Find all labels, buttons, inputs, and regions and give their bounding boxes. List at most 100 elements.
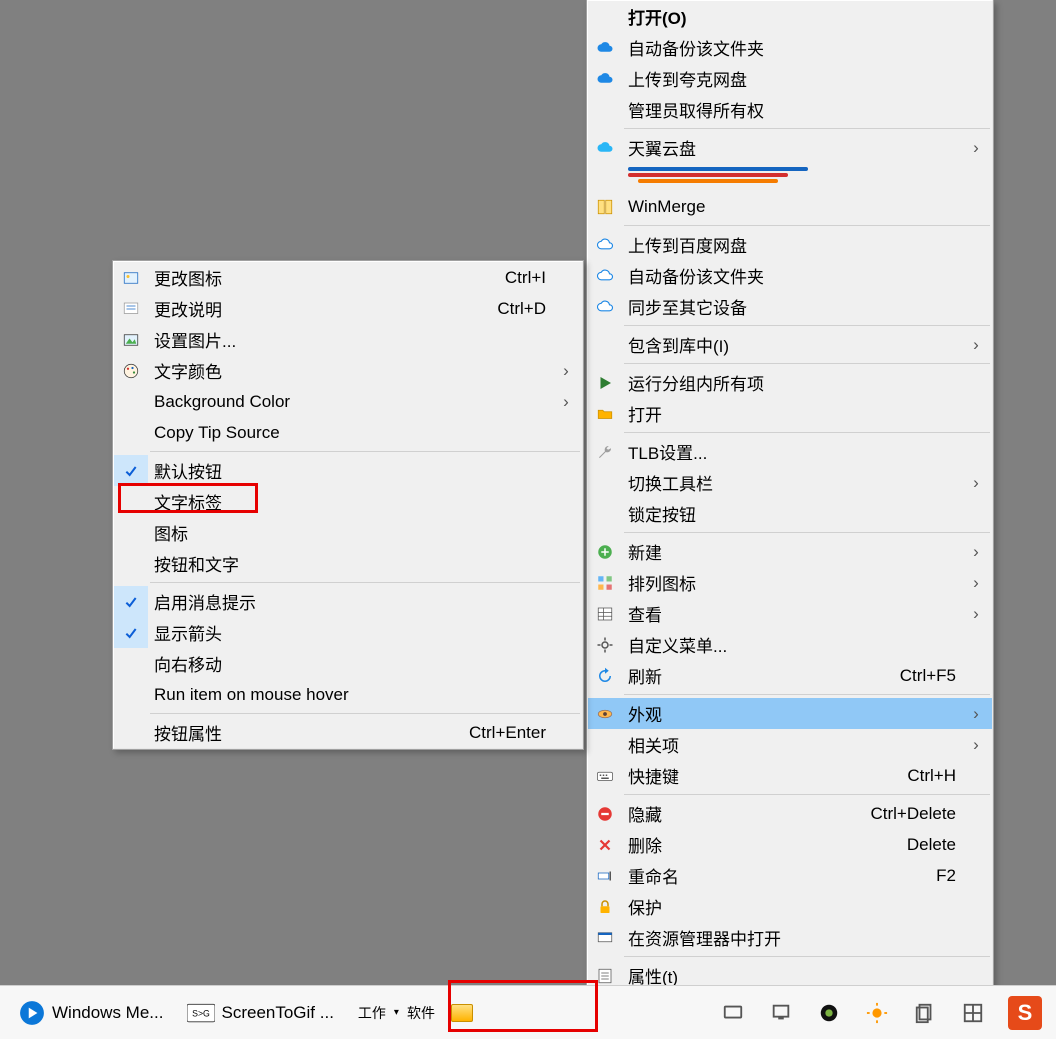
menu-item-label: 上传到百度网盘: [622, 232, 966, 257]
menu-item[interactable]: 运行分组内所有项: [588, 367, 992, 398]
wrench-icon: [588, 442, 622, 462]
menu-item-label: 重命名: [622, 863, 936, 888]
menu-item[interactable]: 新建›: [588, 536, 992, 567]
menu-item[interactable]: 文字标签: [114, 486, 582, 517]
context-submenu-appearance-inner: 更改图标Ctrl+I更改说明Ctrl+D设置图片...文字颜色›Backgrou…: [113, 261, 583, 749]
grid-icon: [588, 604, 622, 624]
menu-item[interactable]: 刷新Ctrl+F5: [588, 660, 992, 691]
menu-item-label: 天翼云盘: [622, 135, 966, 160]
tray-icon-1[interactable]: [720, 1000, 746, 1026]
taskbar-item-label: Windows Me...: [52, 1003, 163, 1023]
menu-item-label: 刷新: [622, 663, 900, 688]
menu-item-label: Background Color: [148, 392, 556, 412]
menu-item[interactable]: 图标: [114, 517, 582, 548]
menu-item[interactable]: 外观›: [588, 698, 992, 729]
menu-item[interactable]: 管理员取得所有权: [588, 94, 992, 125]
submenu-arrow-icon: ›: [556, 361, 576, 381]
menu-item[interactable]: 启用消息提示: [114, 586, 582, 617]
menu-item[interactable]: 相关项›: [588, 729, 992, 760]
menu-item-label: 上传到夸克网盘: [622, 66, 966, 91]
keyboard-icon: [588, 766, 622, 786]
system-tray: S: [720, 996, 1048, 1030]
menu-item[interactable]: 向右移动: [114, 648, 582, 679]
menu-item[interactable]: 隐藏Ctrl+Delete: [588, 798, 992, 829]
menu-item[interactable]: 锁定按钮: [588, 498, 992, 529]
menu-item[interactable]: TLB设置...: [588, 436, 992, 467]
submenu-arrow-icon: ›: [966, 735, 986, 755]
ime-label: S: [1018, 1000, 1033, 1026]
winmerge-icon: [588, 197, 622, 217]
menu-item[interactable]: 打开(O): [588, 1, 992, 32]
submenu-arrow-icon: ›: [966, 138, 986, 158]
menu-item-label: 外观: [622, 701, 966, 726]
eye-icon: [588, 704, 622, 724]
taskbar-item-screentogif[interactable]: S>G ScreenToGif ...: [177, 993, 343, 1033]
menu-item-shortcut: Ctrl+I: [505, 268, 556, 288]
menu-item[interactable]: 自定义菜单...: [588, 629, 992, 660]
menu-item[interactable]: 显示箭头: [114, 617, 582, 648]
menu-item[interactable]: 打开: [588, 398, 992, 429]
menu-item[interactable]: WinMerge: [588, 191, 992, 222]
menu-item-label: 管理员取得所有权: [622, 97, 966, 122]
menu-item[interactable]: 重命名F2: [588, 860, 992, 891]
submenu-arrow-icon: ›: [966, 473, 986, 493]
menu-item-label: Copy Tip Source: [148, 423, 556, 443]
menu-item-label: 文字标签: [148, 489, 556, 514]
menu-item[interactable]: 上传到夸克网盘: [588, 63, 992, 94]
menu-separator: [150, 713, 580, 714]
explorer-icon: [588, 928, 622, 948]
taskbar-mini-toolbar[interactable]: 工作 ▾ 软件: [348, 993, 479, 1033]
menu-item[interactable]: 更改图标Ctrl+I: [114, 262, 582, 293]
ime-sogou-icon[interactable]: S: [1008, 996, 1042, 1030]
plus-green-icon: [588, 542, 622, 562]
tray-icon-5[interactable]: [912, 1000, 938, 1026]
menu-item[interactable]: 删除Delete: [588, 829, 992, 860]
chevron-down-icon: ▾: [390, 1007, 403, 1018]
check-icon: [114, 586, 148, 617]
menu-separator: [150, 582, 580, 583]
menu-item-label: Run item on mouse hover: [148, 685, 556, 705]
menu-item[interactable]: Background Color›: [114, 386, 582, 417]
taskbar-item-wmp[interactable]: Windows Me...: [8, 993, 173, 1033]
cloud-blue-icon: [588, 38, 622, 58]
tray-icon-6[interactable]: [960, 1000, 986, 1026]
menu-item[interactable]: Run item on mouse hover: [114, 679, 582, 710]
menu-item[interactable]: 查看›: [588, 598, 992, 629]
tray-icon-3[interactable]: [816, 1000, 842, 1026]
menu-item[interactable]: 天翼云盘›: [588, 132, 992, 163]
tray-icon-4[interactable]: [864, 1000, 890, 1026]
menu-item[interactable]: 自动备份该文件夹: [588, 32, 992, 63]
menu-item[interactable]: 设置图片...: [114, 324, 582, 355]
delete-red-icon: [588, 835, 622, 855]
edit-icon: [114, 299, 148, 319]
menu-item[interactable]: Copy Tip Source: [114, 417, 582, 448]
menu-item[interactable]: 按钮属性Ctrl+Enter: [114, 717, 582, 748]
menu-item[interactable]: 同步至其它设备: [588, 291, 992, 322]
menu-item[interactable]: 更改说明Ctrl+D: [114, 293, 582, 324]
menu-item-label: 同步至其它设备: [622, 294, 966, 319]
screentogif-icon: S>G: [187, 999, 215, 1027]
menu-item[interactable]: 在资源管理器中打开: [588, 922, 992, 953]
menu-item[interactable]: 自动备份该文件夹: [588, 260, 992, 291]
menu-decorative-pencils: [588, 163, 992, 191]
context-menu-main-inner: 打开(O)自动备份该文件夹上传到夸克网盘管理员取得所有权天翼云盘›WinMerg…: [587, 0, 993, 992]
menu-item[interactable]: 文字颜色›: [114, 355, 582, 386]
menu-item[interactable]: 默认按钮: [114, 455, 582, 486]
menu-item-label: 包含到库中(I): [622, 332, 966, 357]
menu-separator: [624, 794, 990, 795]
menu-item[interactable]: 上传到百度网盘: [588, 229, 992, 260]
folder-icon: [451, 1004, 473, 1022]
menu-item[interactable]: 切换工具栏›: [588, 467, 992, 498]
menu-item[interactable]: 按钮和文字: [114, 548, 582, 579]
menu-item[interactable]: 排列图标›: [588, 567, 992, 598]
tray-icon-2[interactable]: [768, 1000, 794, 1026]
menu-item[interactable]: 包含到库中(I)›: [588, 329, 992, 360]
menu-item-label: 在资源管理器中打开: [622, 925, 966, 950]
menu-item-label: 文字颜色: [148, 358, 556, 383]
menu-item-shortcut: Ctrl+F5: [900, 666, 966, 686]
menu-item[interactable]: 快捷键Ctrl+H: [588, 760, 992, 791]
menu-separator: [624, 325, 990, 326]
menu-item-label: 更改说明: [148, 296, 497, 321]
menu-item[interactable]: 保护: [588, 891, 992, 922]
submenu-arrow-icon: ›: [966, 335, 986, 355]
